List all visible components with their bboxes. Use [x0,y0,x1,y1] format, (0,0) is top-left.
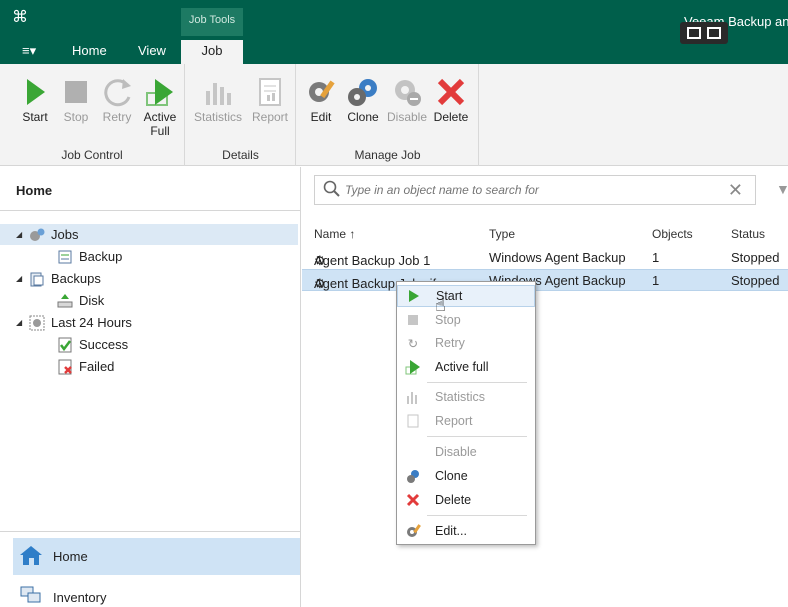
report-button[interactable]: Report [248,74,292,124]
main-menu-button[interactable]: ≡▾ [22,40,36,64]
statistics-icon [403,390,423,404]
active-full-button[interactable]: Active Full [138,74,182,138]
backups-icon [28,271,46,287]
menu-item-report[interactable]: Report [397,410,535,432]
job-control-group: Start Stop Retry Active Full Job Control [0,64,185,166]
tree-item-success[interactable]: Success [56,334,128,355]
play-icon[interactable] [707,27,721,39]
menu-item-edit[interactable]: Edit... [397,520,535,542]
tree-item-backups[interactable]: ◢ Backups [16,268,101,289]
context-tab-group: Job Tools [181,8,243,36]
menu-item-disable[interactable]: Disable [397,441,535,463]
report-icon [403,414,423,428]
retry-icon [95,74,139,110]
tree-item-disk[interactable]: Disk [56,290,104,311]
menu-item-delete[interactable]: Delete [397,489,535,511]
tab-home[interactable]: Home [72,40,107,64]
stop-button[interactable]: Stop [54,74,98,124]
clear-search-icon[interactable]: ✕ [728,180,743,201]
column-header-objects[interactable]: Objects [652,227,693,241]
title-bar: ⌘ Job Tools Veeam Backup and ≡▾ Home Vie… [0,0,788,65]
table-row[interactable]: ⚙ Agent Backup Job 1 Windows Agent Backup… [302,247,788,269]
inventory-icon [19,585,45,607]
retry-icon: ↻ [407,336,419,351]
navigation-pane: Home ◢ Jobs Backup ◢ Backups Disk ◢ Last… [0,167,301,607]
divider [0,210,301,211]
tree-item-failed[interactable]: Failed [56,356,114,377]
stop-icon [403,314,423,326]
collapse-arrow-icon[interactable]: ◢ [16,230,28,239]
menu-item-stop[interactable]: Stop [397,309,535,331]
mouse-pointer-icon: ☝ [435,295,446,315]
home-icon [19,544,45,569]
edit-gear-icon [403,523,423,539]
manage-job-group: Edit Clone Disable Delete Manage Job [297,64,479,166]
gears-icon [28,227,46,243]
menu-item-start[interactable]: Start [397,285,535,307]
delete-x-icon [403,493,423,507]
search-box[interactable]: ✕ [314,175,756,205]
filter-icon[interactable]: ▼ [776,181,788,197]
edit-gear-icon [299,74,343,110]
success-icon [56,337,74,353]
table-row-selected[interactable]: ⚙ Agent Backup Job cifs Windows Agent Bac… [302,269,788,291]
pip-icon[interactable] [687,27,701,39]
clock-icon [28,315,46,331]
clone-gears-icon [403,468,423,484]
disk-icon [56,293,74,309]
disable-button[interactable]: Disable [385,74,429,124]
app-logo-icon[interactable]: ⌘ [12,8,32,28]
delete-button[interactable]: Delete [429,74,473,124]
tab-job[interactable]: Job [181,40,243,65]
collapse-arrow-icon[interactable]: ◢ [16,274,28,283]
retry-button[interactable]: Retry [95,74,139,124]
search-icon [323,180,341,201]
menu-item-active-full[interactable]: Active full [397,356,535,378]
menu-item-retry[interactable]: ↻ Retry [397,332,535,354]
active-full-icon [138,74,182,110]
column-header-name[interactable]: Name ↑ [314,227,355,241]
clone-button[interactable]: Clone [341,74,385,124]
menu-item-clone[interactable]: Clone [397,465,535,487]
details-group: Statistics Report Details [186,64,296,166]
statistics-icon [191,74,245,110]
menu-separator [427,515,527,516]
nav-pane-heading: Home [16,183,53,198]
disable-gear-icon [385,74,429,110]
tree-item-last-24-hours[interactable]: ◢ Last 24 Hours [16,312,132,333]
column-header-status[interactable]: Status [731,227,765,241]
statistics-button[interactable]: Statistics [191,74,245,124]
ribbon: Start Stop Retry Active Full Job Control… [0,64,788,166]
edit-button[interactable]: Edit [299,74,343,124]
grid-header: Name ↑ Type Objects Status [314,227,788,247]
context-menu: Start Stop ↻ Retry Active full Statistic… [396,281,536,545]
backup-job-icon [56,249,74,265]
search-input[interactable] [345,183,725,197]
nav-home-button[interactable]: Home [13,538,300,575]
start-icon [404,289,424,303]
column-header-type[interactable]: Type [489,227,515,241]
start-button[interactable]: Start [13,74,57,124]
report-icon [248,74,292,110]
delete-x-icon [429,74,473,110]
tree-item-jobs[interactable]: ◢ Jobs [0,224,298,245]
start-icon [13,74,57,110]
menu-separator [427,382,527,383]
main-content: ✕ ▼ Name ↑ Type Objects Status ⚙Agent Ba… [302,167,788,607]
overlay-controls[interactable] [680,22,728,44]
active-full-icon [403,359,423,375]
failed-icon [56,359,74,375]
menu-separator [427,436,527,437]
tab-view[interactable]: View [138,40,166,64]
menu-item-statistics[interactable]: Statistics [397,386,535,408]
tree-item-backup[interactable]: Backup [56,246,122,267]
nav-inventory-button[interactable]: Inventory [13,583,300,607]
divider [0,531,301,532]
collapse-arrow-icon[interactable]: ◢ [16,318,28,327]
clone-gears-icon [341,74,385,110]
stop-icon [54,74,98,110]
